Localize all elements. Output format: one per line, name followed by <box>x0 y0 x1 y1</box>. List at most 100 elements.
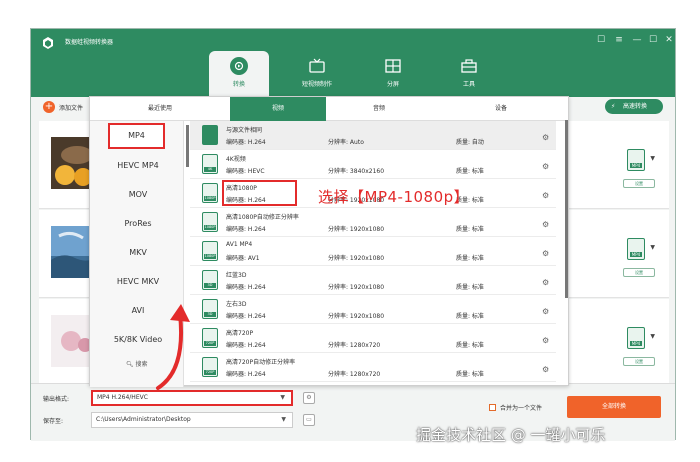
add-file-label[interactable]: 添加文件 <box>59 103 83 112</box>
preset-resolution: 分辨率: Auto <box>328 139 364 146</box>
gear-icon[interactable]: ⚙ <box>542 365 549 374</box>
preset-quality: 质量: 标准 <box>456 226 484 233</box>
preset-name: 高清720P自动修正分辨率 <box>226 359 296 366</box>
folder-icon[interactable]: ▭ <box>303 414 315 426</box>
settings-button[interactable]: 设置 <box>623 268 655 277</box>
preset-resolution: 分辨率: 1920x1080 <box>328 313 385 320</box>
split-screen-icon <box>385 59 401 73</box>
merge-checkbox[interactable] <box>489 404 496 411</box>
tab-convert[interactable]: 转换 <box>209 51 269 97</box>
add-file-button[interactable]: + <box>43 101 55 113</box>
hw-accel-button[interactable]: ⚡ 高速转换 <box>605 99 663 114</box>
format-search[interactable]: 🔍︎ 搜索 <box>126 359 148 368</box>
preset-resolution: 分辨率: 1920x1080 <box>328 284 385 291</box>
chevron-down-icon: ▼ <box>280 394 285 401</box>
preset-row[interactable]: 4K 4K视频 编码器: HEVC 分辨率: 3840x2160 质量: 标准 … <box>190 150 556 179</box>
preset-row[interactable]: 720P 高清720P自动修正分辨率 编码器: H.264 分辨率: 1280x… <box>190 353 556 382</box>
format-item-mkv[interactable]: MKV <box>98 238 178 267</box>
preset-codec: 编码器: AV1 <box>226 255 260 262</box>
preset-codec: 编码器: H.264 <box>226 226 266 233</box>
preset-name: 高清1080P自动修正分辨率 <box>226 214 299 221</box>
toolbox-icon <box>461 59 477 73</box>
tab-tools[interactable]: 工具 <box>439 51 499 97</box>
feedback-icon[interactable]: ☐ <box>595 35 607 45</box>
close-icon[interactable]: ✕ <box>663 35 675 45</box>
tab-device[interactable]: 设备 <box>432 97 570 121</box>
preset-list-scrollbar[interactable] <box>565 120 568 298</box>
lightning-icon: ⚡ <box>611 103 616 110</box>
preset-row[interactable]: 3D 红蓝3D 编码器: H.264 分辨率: 1920x1080 质量: 标准… <box>190 266 556 295</box>
preset-codec: 编码器: H.264 <box>226 284 266 291</box>
video-format-icon: 720P <box>202 357 218 377</box>
video-format-icon: 4K <box>202 154 218 174</box>
video-format-icon: 1080P <box>202 212 218 232</box>
format-list-scrollbar[interactable] <box>186 125 189 167</box>
settings-button[interactable]: 设置 <box>623 357 655 366</box>
gear-icon[interactable]: ⚙ <box>542 220 549 229</box>
convert-all-button[interactable]: 全部转换 <box>567 396 661 418</box>
format-item-mp4[interactable]: MP4 <box>108 123 165 149</box>
gear-icon[interactable]: ⚙ <box>542 249 549 258</box>
tab-audio[interactable]: 音频 <box>326 97 432 121</box>
preset-resolution: 分辨率: 1280x720 <box>328 371 381 378</box>
tab-tools-label: 工具 <box>462 81 475 88</box>
preset-codec: 编码器: H.264 <box>226 371 266 378</box>
preset-resolution: 分辨率: 1920x1080 <box>328 226 385 233</box>
merge-label: 合并为一个文件 <box>500 405 543 412</box>
tab-split-screen-label: 分屏 <box>386 81 399 88</box>
output-format-badge[interactable]: MP4 <box>627 238 645 260</box>
format-item-hevc-mkv[interactable]: HEVC MKV <box>98 267 178 296</box>
save-path-select[interactable]: C:\Users\Administrator\Desktop ▼ <box>91 412 293 428</box>
minimize-icon[interactable]: — <box>631 35 643 45</box>
menu-icon[interactable]: ≡ <box>613 35 625 45</box>
tab-video[interactable]: 视频 <box>230 97 326 121</box>
tab-split-screen[interactable]: 分屏 <box>363 51 423 97</box>
search-icon: 🔍︎ <box>126 361 134 368</box>
tab-short-video-label: 短视频制作 <box>301 81 332 88</box>
preset-quality: 质量: 标准 <box>456 342 484 349</box>
tab-convert-label: 转换 <box>232 81 245 88</box>
format-item-prores[interactable]: ProRes <box>98 209 178 238</box>
tab-recent[interactable]: 最近使用 <box>90 97 230 121</box>
preset-codec: 编码器: H.264 <box>226 313 266 320</box>
chevron-down-icon[interactable]: ▼ <box>650 244 655 251</box>
preset-codec: 编码器: HEVC <box>226 168 265 175</box>
video-format-icon: 3D <box>202 299 218 319</box>
preset-name: 4K视频 <box>226 156 246 163</box>
settings-button[interactable]: 设置 <box>623 179 655 188</box>
preset-row[interactable]: 3D 左右3D 编码器: H.264 分辨率: 1920x1080 质量: 标准… <box>190 295 556 324</box>
gear-icon[interactable]: ⚙ <box>542 191 549 200</box>
gear-icon[interactable]: ⚙ <box>542 336 549 345</box>
format-item-hevc-mp4[interactable]: HEVC MP4 <box>98 151 178 180</box>
preset-row[interactable]: 1080P AV1 MP4 编码器: AV1 分辨率: 1920x1080 质量… <box>190 237 556 266</box>
preset-quality: 质量: 标准 <box>456 313 484 320</box>
preset-row[interactable]: 720P 高清720P 编码器: H.264 分辨率: 1280x720 质量:… <box>190 324 556 353</box>
app-title: 数据蛙视频转换器 <box>65 39 114 46</box>
title-bar: 数据蛙视频转换器 ☐ ≡ — ☐ ✕ 转换 短视频制作 分屏 工具 <box>31 29 675 97</box>
chevron-down-icon[interactable]: ▼ <box>650 333 655 340</box>
output-format-label: 输出格式: <box>43 396 70 403</box>
preset-resolution: 分辨率: 1280x720 <box>328 342 381 349</box>
video-format-icon: 1080P <box>202 241 218 261</box>
preset-name: 左右3D <box>226 301 247 308</box>
output-settings-icon[interactable]: ⚙ <box>303 392 315 404</box>
video-format-icon: 1080P <box>202 183 218 203</box>
output-format-badge[interactable]: MP4 <box>627 327 645 349</box>
preset-resolution: 分辨率: 3840x2160 <box>328 168 385 175</box>
source-format-icon <box>202 125 218 145</box>
annotation-arrow-icon <box>156 304 190 390</box>
gear-icon[interactable]: ⚙ <box>542 278 549 287</box>
gear-icon[interactable]: ⚙ <box>542 133 549 142</box>
gear-icon[interactable]: ⚙ <box>542 307 549 316</box>
save-to-label: 保存至: <box>43 418 64 425</box>
tab-short-video[interactable]: 短视频制作 <box>287 51 347 97</box>
chevron-down-icon[interactable]: ▼ <box>650 155 655 162</box>
preset-row[interactable]: 1080P 高清1080P自动修正分辨率 编码器: H.264 分辨率: 192… <box>190 208 556 237</box>
output-format-badge[interactable]: MP4 <box>627 149 645 171</box>
convert-icon <box>230 57 248 75</box>
preset-row[interactable]: 与源文件相同 编码器: H.264 分辨率: Auto 质量: 自动 ⚙ <box>190 121 556 150</box>
gear-icon[interactable]: ⚙ <box>542 162 549 171</box>
preset-name: 高清720P <box>226 330 254 337</box>
format-item-mov[interactable]: MOV <box>98 180 178 209</box>
maximize-icon[interactable]: ☐ <box>647 35 659 45</box>
